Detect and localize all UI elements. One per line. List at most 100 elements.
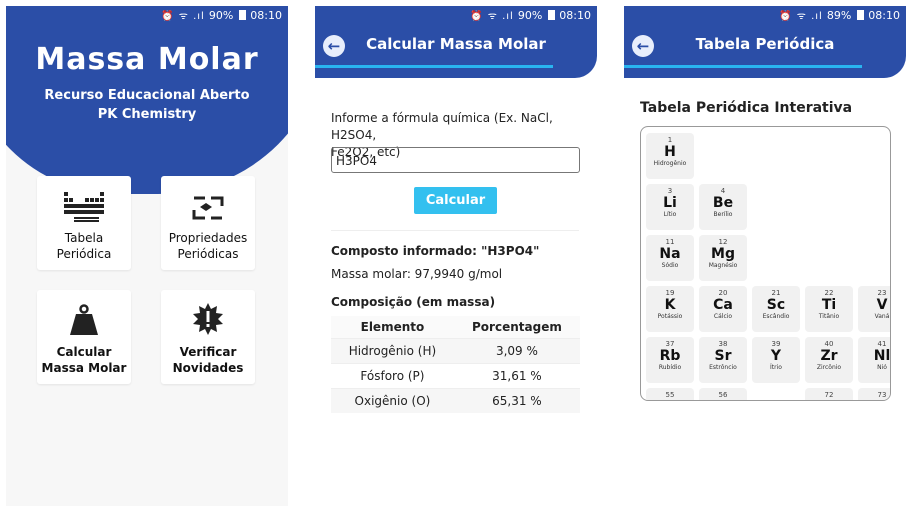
element-cell[interactable]: 73 bbox=[858, 388, 890, 400]
element-number: 20 bbox=[718, 289, 728, 297]
composition-table: Elemento Porcentagem Hidrogênio (H) 3,09… bbox=[331, 316, 580, 413]
element-cell: Oxigênio (O) bbox=[331, 388, 454, 413]
tile-label: Propriedades Periódicas bbox=[161, 230, 255, 262]
element-cell[interactable]: 37 Rb Rubídio bbox=[646, 337, 694, 383]
status-icons: ⏰ ᯤ .ıl bbox=[161, 11, 205, 22]
element-name: Rubídio bbox=[658, 364, 682, 371]
element-number: 40 bbox=[824, 340, 834, 348]
battery-level: 90% bbox=[517, 8, 543, 22]
status-bar: ⏰ ᯤ .ıl 90% 08:10 bbox=[6, 6, 288, 24]
element-number: 72 bbox=[824, 391, 834, 399]
clock: 08:10 bbox=[559, 8, 591, 22]
periodic-table-grid[interactable]: 1 H Hidrogênio 3 Li Lítio 4 Be Berílio 11 Na Sódio 1… bbox=[640, 126, 891, 401]
element-cell[interactable]: 4 Be Berílio bbox=[699, 184, 747, 230]
tile-label: Tabela Periódica bbox=[37, 230, 131, 262]
screen-title: Calcular Massa Molar bbox=[366, 35, 546, 53]
status-bar: ⏰ ᯤ .ıl 90% 08:10 bbox=[315, 6, 597, 24]
element-number: 38 bbox=[718, 340, 728, 348]
tile-label-line: Periódicas bbox=[177, 247, 239, 261]
element-cell[interactable]: 38 Sr Estrôncio bbox=[699, 337, 747, 383]
battery-icon bbox=[857, 10, 865, 20]
element-symbol: Rb bbox=[659, 348, 681, 364]
element-number: 4 bbox=[720, 187, 726, 195]
element-cell[interactable]: 39 Y Ítrio bbox=[752, 337, 800, 383]
element-name: Potássio bbox=[657, 313, 683, 320]
element-symbol: K bbox=[664, 297, 676, 313]
element-number: 23 bbox=[877, 289, 887, 297]
element-name: Nió bbox=[877, 364, 887, 371]
accent-line bbox=[624, 65, 862, 68]
weight-icon bbox=[37, 290, 131, 336]
clock: 08:10 bbox=[250, 8, 282, 22]
element-number: 37 bbox=[665, 340, 675, 348]
element-cell[interactable]: 1 H Hidrogênio bbox=[646, 133, 694, 179]
element-symbol: Nl bbox=[873, 348, 891, 364]
element-cell[interactable]: 11 Na Sódio bbox=[646, 235, 694, 281]
table-row: Hidrogênio (H) 3,09 % bbox=[331, 338, 580, 364]
element-number: 73 bbox=[877, 391, 887, 399]
element-symbol: Li bbox=[663, 195, 677, 211]
table-row: Fósforo (P) 31,61 % bbox=[331, 363, 580, 389]
tile-label-line: Propriedades bbox=[168, 231, 248, 245]
element-cell[interactable]: 22 Ti Titânio bbox=[805, 286, 853, 332]
element-number: 56 bbox=[718, 391, 728, 399]
element-symbol: Be bbox=[712, 195, 734, 211]
calculator-screen: ⏰ ᯤ .ıl 90% 08:10 ← Calcular Massa Molar… bbox=[315, 6, 597, 506]
element-name: Escândio bbox=[762, 313, 790, 320]
periodic-table-screen: ⏰ ᯤ .ıl 89% 08:10 ← Tabela Periódica Tab… bbox=[624, 6, 906, 506]
element-number: 12 bbox=[718, 238, 728, 246]
element-name: Berílio bbox=[713, 211, 733, 218]
element-cell[interactable]: 40 Zr Zircônio bbox=[805, 337, 853, 383]
periodic-subtitle: Tabela Periódica Interativa bbox=[640, 100, 853, 116]
element-cell[interactable]: 20 Ca Cálcio bbox=[699, 286, 747, 332]
element-number: 41 bbox=[877, 340, 887, 348]
app-bar: ← Tabela Periódica bbox=[624, 24, 906, 78]
formula-input[interactable]: H3PO4 bbox=[331, 147, 580, 173]
element-cell[interactable]: 23 V Vaná bbox=[858, 286, 890, 332]
element-number: 55 bbox=[665, 391, 675, 399]
screen-title: Tabela Periódica bbox=[695, 35, 835, 53]
element-symbol: Mg bbox=[711, 246, 735, 262]
element-name: Titânio bbox=[818, 313, 840, 320]
app-title: Massa Molar bbox=[35, 42, 259, 77]
subtitle-line-1: Recurso Educacional Aberto bbox=[44, 88, 250, 103]
element-cell[interactable]: 12 Mg Magnésio bbox=[699, 235, 747, 281]
tile-check-updates[interactable]: Verificar Novidades bbox=[161, 290, 255, 384]
tile-periodic-table[interactable]: Tabela Periódica bbox=[37, 176, 131, 270]
element-cell[interactable]: 56 bbox=[699, 388, 747, 400]
app-subtitle: Recurso Educacional Aberto PK Chemistry bbox=[6, 86, 288, 124]
tile-periodic-properties[interactable]: Propriedades Periódicas bbox=[161, 176, 255, 270]
calculate-button[interactable]: Calcular bbox=[414, 187, 497, 214]
composition-title: Composição (em massa) bbox=[331, 295, 496, 309]
tile-label-line: Verificar bbox=[179, 345, 237, 359]
element-number: 39 bbox=[771, 340, 781, 348]
home-screen: ⏰ ᯤ .ıl 90% 08:10 Massa Molar Recurso Ed… bbox=[6, 6, 288, 506]
element-cell: Fósforo (P) bbox=[331, 363, 454, 389]
percent-cell: 65,31 % bbox=[453, 388, 580, 413]
table-row: Oxigênio (O) 65,31 % bbox=[331, 388, 580, 413]
element-cell[interactable]: 55 bbox=[646, 388, 694, 400]
element-cell[interactable]: 19 K Potássio bbox=[646, 286, 694, 332]
element-number: 22 bbox=[824, 289, 834, 297]
element-name: Zircônio bbox=[816, 364, 842, 371]
divider bbox=[331, 230, 579, 231]
element-cell[interactable]: 21 Sc Escândio bbox=[752, 286, 800, 332]
element-symbol: H bbox=[664, 144, 676, 160]
status-icons: ⏰ ᯤ .ıl bbox=[470, 11, 514, 22]
app-bar: ← Calcular Massa Molar bbox=[315, 24, 597, 78]
accent-line bbox=[315, 65, 553, 68]
element-name: Vaná bbox=[874, 313, 890, 320]
tile-label-line: Novidades bbox=[172, 361, 244, 375]
subtitle-line-2: PK Chemistry bbox=[97, 107, 197, 122]
tile-label: Calcular Massa Molar bbox=[37, 344, 131, 376]
element-name: Estrôncio bbox=[709, 364, 737, 371]
element-symbol: Sr bbox=[714, 348, 732, 364]
element-cell[interactable]: 3 Li Lítio bbox=[646, 184, 694, 230]
battery-icon bbox=[239, 10, 247, 20]
element-number: 3 bbox=[667, 187, 673, 195]
element-symbol: Zr bbox=[820, 348, 838, 364]
element-cell[interactable]: 41 Nl Nió bbox=[858, 337, 891, 383]
element-cell[interactable]: 72 bbox=[805, 388, 853, 400]
tile-calculate-molar-mass[interactable]: Calcular Massa Molar bbox=[37, 290, 131, 384]
element-name: Sódio bbox=[661, 262, 679, 269]
